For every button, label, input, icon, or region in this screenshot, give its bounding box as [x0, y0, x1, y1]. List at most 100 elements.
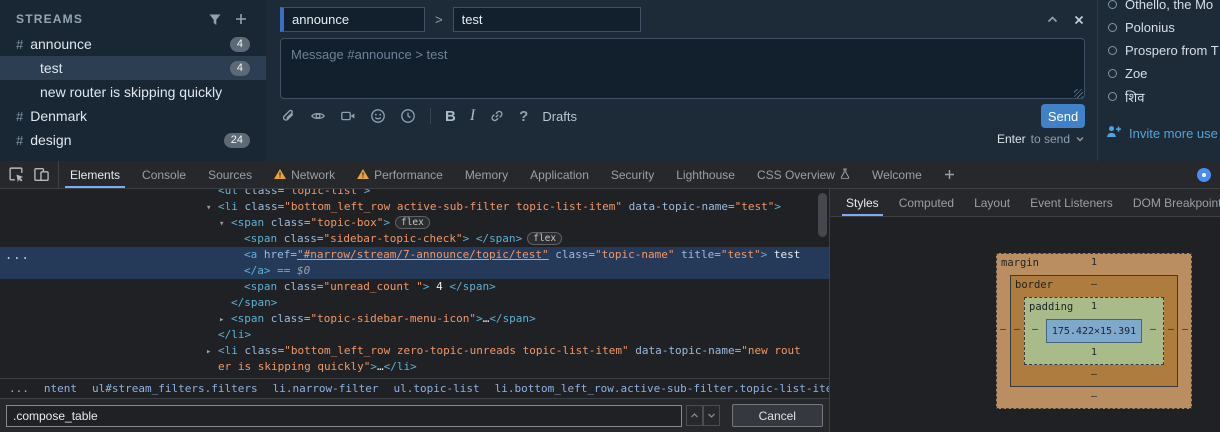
scrollbar-thumb[interactable] [818, 193, 827, 237]
code-token: test [767, 248, 801, 261]
code-token: </ [244, 264, 258, 277]
dom-tree-line[interactable]: er is skipping quickly">…</li> [0, 359, 829, 375]
collapse-compose-icon[interactable] [1046, 14, 1059, 25]
code-token: er is skipping quickly" [218, 360, 371, 373]
bold-button[interactable]: B [445, 108, 456, 125]
user-list-item[interactable]: शिव [1098, 85, 1220, 108]
disclosure-arrow-icon[interactable]: ▾ [206, 200, 218, 216]
styles-tab-computed[interactable]: Computed [889, 189, 964, 216]
styles-tab-styles[interactable]: Styles [836, 189, 889, 216]
video-call-button[interactable] [340, 108, 356, 124]
drafts-button[interactable]: Drafts [542, 109, 577, 124]
find-next-button[interactable] [702, 405, 720, 426]
invite-users-link[interactable]: Invite more use [1098, 124, 1220, 142]
dom-tree-line[interactable]: <a href="#narrow/stream/7-announce/topic… [0, 247, 829, 263]
sidebar-item-new-router-is-skipping-quickly[interactable]: new router is skipping quickly [0, 80, 266, 104]
dom-tree-line[interactable]: <ul class="topic-list"> [0, 189, 829, 199]
message-formatting-help-button[interactable]: ? [519, 108, 528, 125]
devtools-tab-console[interactable]: Console [131, 161, 197, 188]
box-model[interactable]: 175.422×15.391 margin border padding 1 –… [996, 253, 1192, 409]
tab-label: Computed [898, 195, 955, 210]
find-previous-button[interactable] [685, 405, 703, 426]
devtools-tab-network[interactable]: Network [263, 161, 346, 188]
send-options[interactable]: Enter to send [997, 132, 1085, 146]
user-name: Polonius [1125, 20, 1175, 35]
sidebar-item-design[interactable]: # design 24 [0, 128, 266, 152]
dom-tree-line[interactable]: ▾ <li class="bottom_left_row active-sub-f… [0, 199, 829, 215]
dom-tree-line[interactable]: </span> [0, 295, 829, 311]
attach-file-button[interactable] [280, 108, 296, 124]
breadcrumb-item[interactable]: li.narrow-filter [273, 382, 379, 395]
styles-tab-event-listeners[interactable]: Event Listeners [1020, 189, 1123, 216]
code-token: class= [277, 232, 324, 245]
styles-tab-dom-breakpoints[interactable]: DOM Breakpoints [1123, 189, 1220, 216]
emoji-button[interactable] [370, 108, 386, 124]
devtools-tab-memory[interactable]: Memory [454, 161, 519, 188]
message-input[interactable] [280, 38, 1085, 99]
dom-tree-line[interactable]: </a> == $0 [0, 263, 829, 279]
dom-tree-line[interactable]: <span class="unread_count "> 4 </span> [0, 279, 829, 295]
filter-streams-icon[interactable] [208, 13, 222, 26]
styles-tab-layout[interactable]: Layout [964, 189, 1020, 216]
more-tabs-plus-icon[interactable] [933, 161, 966, 188]
dom-tree-line[interactable]: ▸ <span class="topic-sidebar-menu-icon">…… [0, 311, 829, 327]
code-token: > [489, 280, 496, 293]
breadcrumb-item[interactable]: ul.topic-list [394, 382, 480, 395]
breadcrumb-item[interactable]: li.bottom_left_row.active-sub-filter.top… [495, 382, 829, 395]
italic-button[interactable]: I [470, 107, 475, 125]
devtools-tab-css-overview[interactable]: CSS Overview [746, 161, 861, 188]
devtools-tab-performance[interactable]: Performance [346, 161, 454, 188]
tree-scrollbar[interactable] [818, 191, 827, 374]
dom-tree-line[interactable]: ▸ <li class="bottom_left_row zero-topic-u… [0, 343, 829, 359]
stream-input[interactable] [280, 7, 425, 32]
dom-tree-line[interactable]: <span class="sidebar-topic-check"> </spa… [0, 231, 829, 247]
disclosure-arrow-icon[interactable]: ▸ [219, 312, 231, 328]
devtools-tab-lighthouse[interactable]: Lighthouse [665, 161, 746, 188]
device-toolbar-icon[interactable] [31, 164, 52, 185]
sidebar-item-label: design [30, 132, 72, 148]
breadcrumb-item[interactable]: ntent [44, 382, 77, 395]
user-list-item[interactable]: Polonius [1098, 16, 1220, 39]
breadcrumb-item[interactable]: ... [9, 382, 29, 395]
devtools-body: <ul class="topic-list"> ▾ <li class="botto… [0, 189, 1220, 432]
code-token: < [231, 312, 238, 325]
user-list-item[interactable]: Othello, the Mo [1098, 0, 1220, 16]
resize-handle[interactable] [1074, 89, 1083, 98]
flex-badge[interactable]: flex [394, 216, 430, 229]
padding-left-value: – [1031, 324, 1039, 335]
code-token: > [476, 312, 483, 325]
sidebar-item-announce[interactable]: # announce 4 [0, 32, 266, 56]
devtools-tab-application[interactable]: Application [519, 161, 600, 188]
schedule-clock-button[interactable] [400, 108, 416, 124]
compose-box: > B I ? Drafts [266, 0, 1093, 161]
close-compose-icon[interactable] [1073, 14, 1085, 26]
breadcrumb-item[interactable]: ul#stream_filters.filters [92, 382, 258, 395]
user-list-item[interactable]: Zoe [1098, 62, 1220, 85]
dom-tree-line[interactable]: ▾ <span class="topic-box"> flex [0, 215, 829, 231]
devtools-toolbar: Elements Console Sources Network Performance… [0, 161, 1220, 189]
devtools-notification-icon[interactable] [1197, 168, 1211, 182]
send-button[interactable]: Send [1041, 104, 1085, 128]
find-input[interactable] [6, 404, 682, 427]
inspect-element-icon[interactable] [6, 164, 27, 185]
devtools-tab-sources[interactable]: Sources [197, 161, 263, 188]
send-options-chevron-icon[interactable] [1075, 132, 1085, 146]
disclosure-arrow-icon[interactable]: ▸ [206, 344, 218, 360]
devtools-tab-welcome[interactable]: Welcome [861, 161, 933, 188]
border-right-value: – [1167, 324, 1175, 335]
disclosure-arrow-icon[interactable]: ▾ [219, 216, 231, 232]
code-token: < [244, 248, 251, 261]
devtools-tab-elements[interactable]: Elements [59, 161, 131, 188]
code-token: "topic-sidebar-menu-icon" [310, 312, 477, 325]
add-stream-icon[interactable] [234, 12, 248, 26]
devtools-tab-security[interactable]: Security [600, 161, 665, 188]
sidebar-item-denmark[interactable]: # Denmark [0, 104, 266, 128]
sidebar-item-test[interactable]: test 4 [0, 56, 266, 80]
flex-badge[interactable]: flex [527, 232, 563, 245]
topic-input[interactable] [452, 7, 641, 32]
preview-eye-button[interactable] [310, 108, 326, 124]
dom-tree-line[interactable]: </li> [0, 327, 829, 343]
cancel-button[interactable]: Cancel [731, 404, 823, 427]
user-list-item[interactable]: Prospero from T [1098, 39, 1220, 62]
link-button[interactable] [489, 108, 505, 124]
